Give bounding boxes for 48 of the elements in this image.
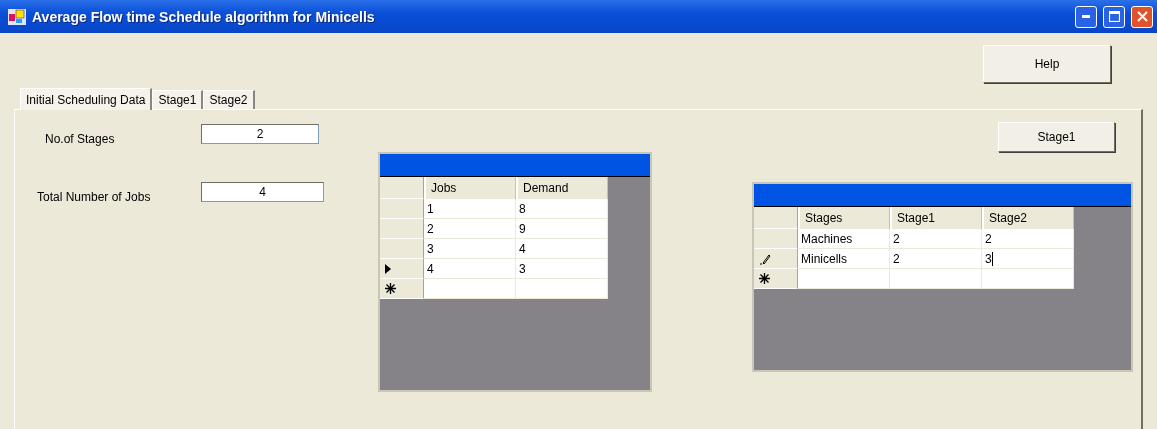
close-button[interactable] <box>1131 5 1153 28</box>
current-row-icon <box>385 263 391 274</box>
input-field[interactable]: 4 <box>201 182 324 202</box>
pencil-icon <box>759 252 771 265</box>
table-cell: 4 <box>516 239 608 259</box>
tab[interactable]: Initial Scheduling Data <box>20 88 153 110</box>
help-button[interactable]: Help <box>983 45 1111 83</box>
table-cell: 3 <box>982 249 1074 269</box>
column-header[interactable]: Demand <box>516 177 608 199</box>
column-header[interactable]: Jobs <box>424 177 516 199</box>
table-cell: 1 <box>424 199 516 219</box>
app-icon <box>8 8 26 25</box>
table-cell: 8 <box>516 199 608 219</box>
column-header[interactable]: Stages <box>798 207 890 229</box>
table-cell: 9 <box>516 219 608 239</box>
maximize-button[interactable] <box>1103 5 1125 28</box>
row-header[interactable] <box>380 259 424 279</box>
data-grid[interactable]: Jobs Demand 1 8 2 9 3 4 4 3 <box>378 152 652 392</box>
close-icon <box>1136 11 1148 22</box>
tab[interactable]: Stage2 <box>203 90 255 109</box>
input-field[interactable]: 2 <box>201 124 319 144</box>
new-row-icon <box>759 273 770 284</box>
table-cell: Machines <box>798 229 890 249</box>
field-label: No.of Stages <box>44 132 116 146</box>
table-cell: Minicells <box>798 249 890 269</box>
row-header[interactable] <box>754 269 798 289</box>
table-cell: 4 <box>424 259 516 279</box>
table-cell: 3 <box>424 239 516 259</box>
field-label: Total Number of Jobs <box>36 190 152 204</box>
maximize-icon <box>1108 11 1120 22</box>
tab[interactable]: Stage1 <box>152 90 204 109</box>
table-cell: 2 <box>982 229 1074 249</box>
column-header[interactable]: Stage2 <box>982 207 1074 229</box>
table-cell: 2 <box>890 229 982 249</box>
table-cell: 3 <box>516 259 608 279</box>
window-title: Average Flow time Schedule algorithm for Minicells <box>32 8 376 25</box>
new-row-icon <box>385 283 396 294</box>
column-header[interactable]: Stage1 <box>890 207 982 229</box>
row-header[interactable] <box>380 279 424 299</box>
corner-header <box>754 207 798 229</box>
stage-button[interactable]: Stage1 <box>998 122 1115 152</box>
table-cell: 2 <box>424 219 516 239</box>
text-caret <box>991 251 993 266</box>
minimize-icon <box>1082 15 1090 18</box>
table-cell: 2 <box>890 249 982 269</box>
minimize-button[interactable] <box>1075 5 1097 28</box>
data-grid[interactable]: Stages Stage1 Stage2 Machines 2 2 Minicells 2 3 <box>752 182 1133 372</box>
corner-header <box>380 177 424 199</box>
